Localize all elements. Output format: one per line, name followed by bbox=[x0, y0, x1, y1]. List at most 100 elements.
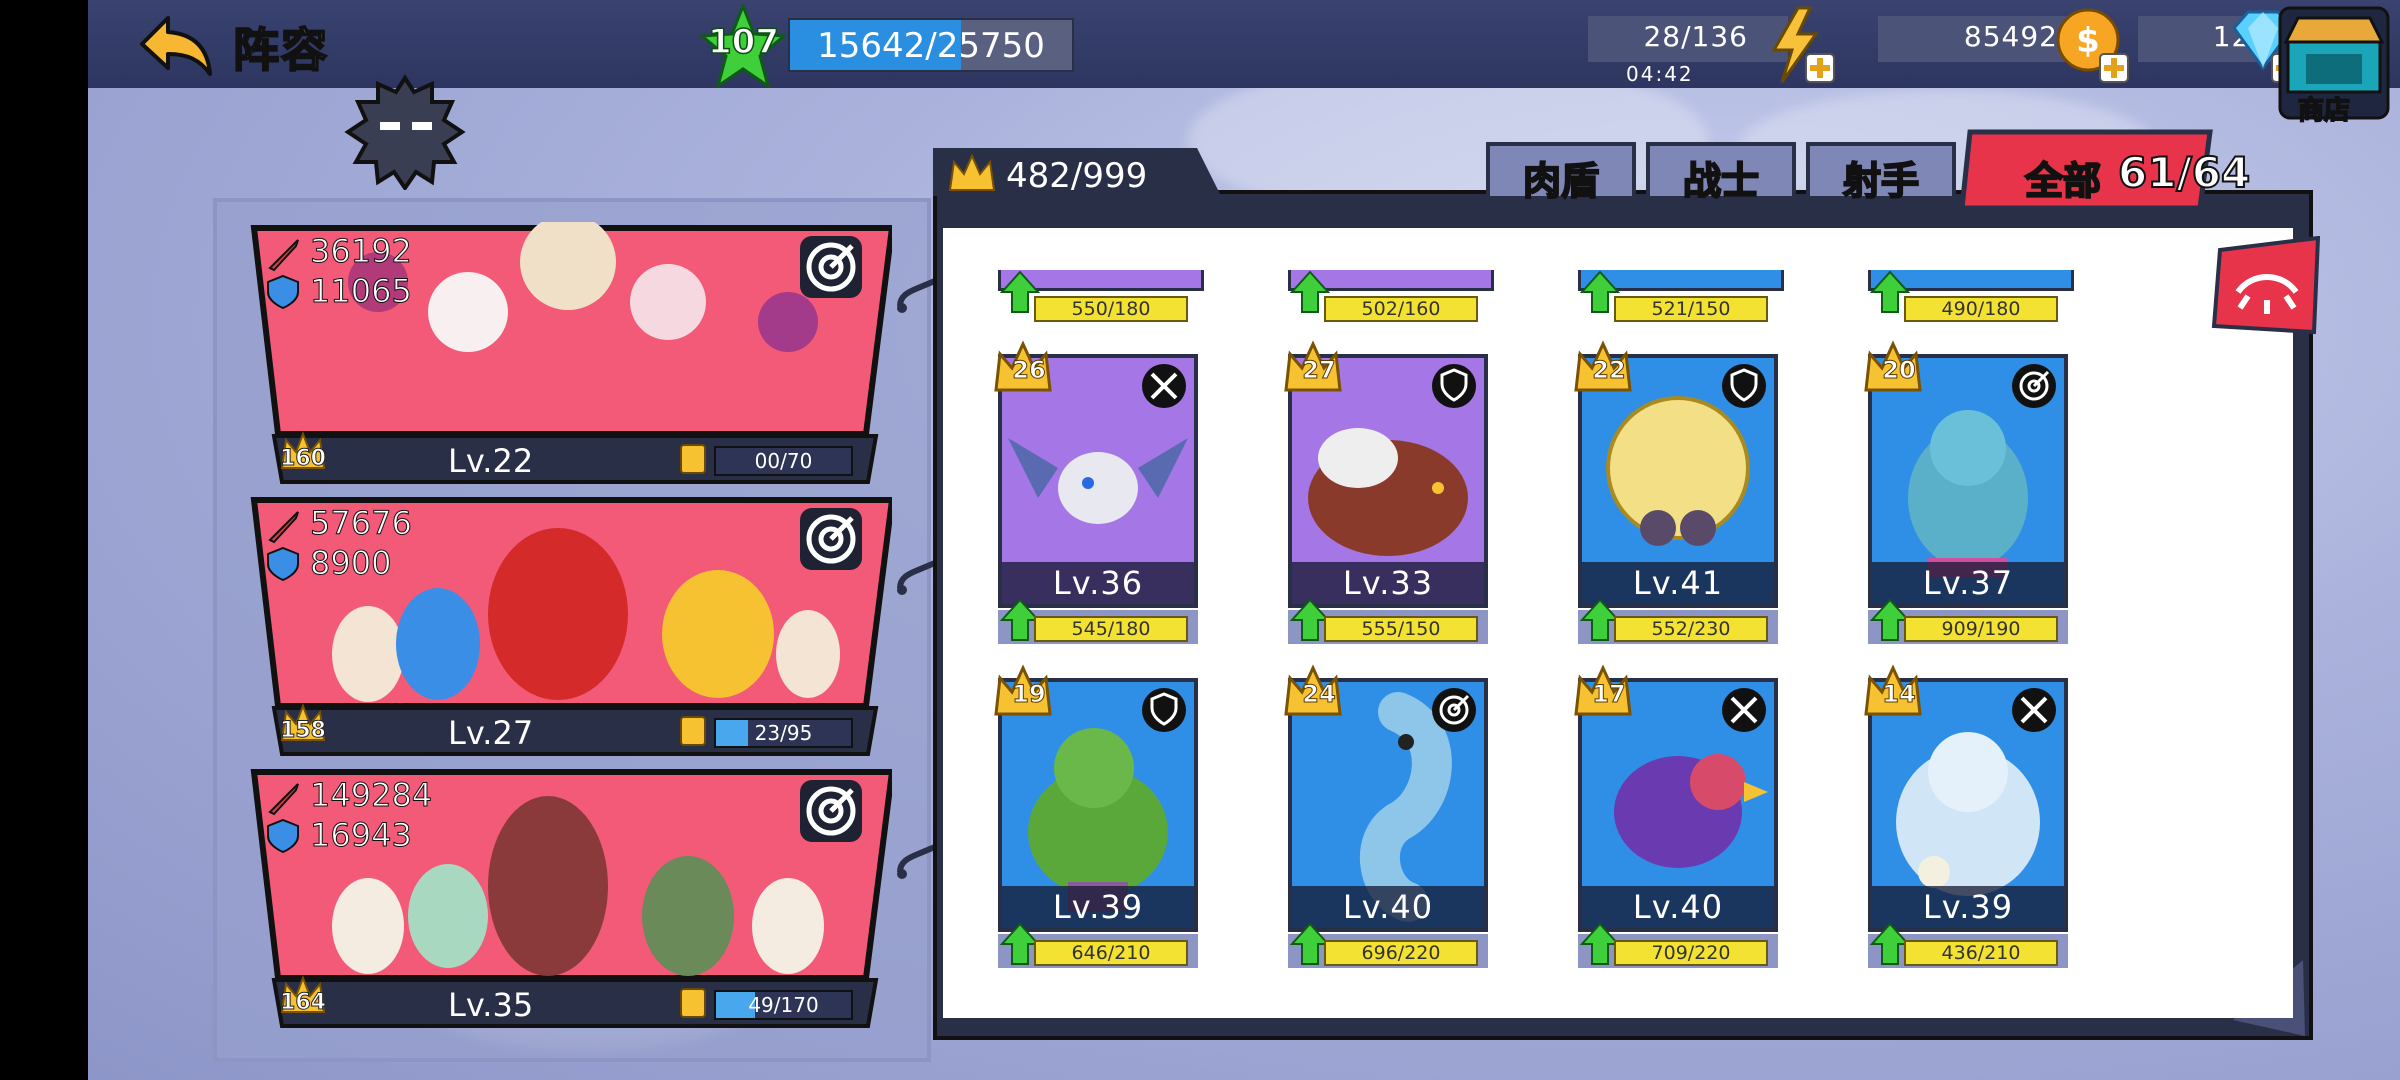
team-defense: 8900 bbox=[309, 544, 392, 583]
hero-crown: 14 bbox=[1882, 680, 1916, 709]
game-screen: 阵容 107 15642/25750 28/136 04:42 85492 $ … bbox=[88, 0, 2400, 1080]
attack-sword-icon bbox=[268, 239, 299, 272]
slot-bar: 49/170 bbox=[714, 990, 853, 1020]
team-attack: 36192 bbox=[310, 232, 413, 271]
stamina-add-icon[interactable] bbox=[1760, 4, 1840, 84]
hero-crown: 19 bbox=[1012, 680, 1046, 709]
team-crown: 158 bbox=[280, 718, 327, 744]
hero-progress-bar: 552/230 bbox=[1614, 616, 1768, 642]
hero-progress-text: 545/180 bbox=[1071, 618, 1151, 640]
slot-text: 49/170 bbox=[748, 993, 819, 1017]
exp-text: 15642/25750 bbox=[817, 26, 1045, 66]
hero-card[interactable]: 22 Lv.41 552/230 bbox=[1574, 340, 1778, 658]
hero-level: Lv.37 bbox=[1922, 564, 2014, 602]
hero-progress-bar: 696/220 bbox=[1324, 940, 1478, 966]
crown-icon bbox=[948, 153, 996, 191]
warrior-role-icon bbox=[1722, 688, 1766, 732]
slot-bar: 23/95 bbox=[714, 718, 853, 748]
hero-crown: 26 bbox=[1012, 356, 1046, 385]
hero-progress-text: 521/150 bbox=[1651, 298, 1731, 320]
slot-text: 00/70 bbox=[754, 449, 813, 473]
team-defense: 11065 bbox=[310, 272, 413, 311]
hero-card[interactable]: 14 Lv.39 436/210 bbox=[1864, 664, 2068, 982]
target-icon[interactable] bbox=[798, 778, 864, 844]
hide-eye-icon[interactable] bbox=[2210, 236, 2324, 340]
tank-role-icon bbox=[1432, 364, 1476, 408]
hero-progress-bar: 709/220 bbox=[1614, 940, 1768, 966]
team-level: Lv.35 bbox=[448, 986, 534, 1024]
hero-card-partial[interactable]: 502/160 bbox=[1288, 270, 1494, 330]
defense-shield-icon bbox=[267, 274, 299, 310]
hero-card-partial[interactable]: 490/180 bbox=[1868, 270, 2074, 330]
hero-progress-text: 696/220 bbox=[1361, 942, 1441, 964]
hero-card[interactable]: 26 Lv.36 545/180 bbox=[994, 340, 1198, 658]
hero-card-partial[interactable]: 521/150 bbox=[1578, 270, 1784, 330]
attack-sword-icon bbox=[268, 783, 299, 816]
hero-card[interactable]: 19 Lv.39 646/210 bbox=[994, 664, 1198, 982]
team-attack: 149284 bbox=[309, 776, 433, 815]
warrior-role-icon bbox=[2012, 688, 2056, 732]
hero-progress-bar: 436/210 bbox=[1904, 940, 2058, 966]
hero-progress-bar: 545/180 bbox=[1034, 616, 1188, 642]
hero-level: Lv.39 bbox=[1052, 888, 1144, 926]
back-arrow-icon[interactable] bbox=[138, 10, 218, 80]
gold-value: 85492 bbox=[1963, 20, 2058, 53]
tab-warrior-label: 战士 bbox=[1682, 158, 1760, 204]
hero-progress-bar: 909/190 bbox=[1904, 616, 2058, 642]
tab-all-label: 全部 bbox=[2024, 158, 2102, 204]
tab-tank-label: 肉盾 bbox=[1522, 158, 1600, 204]
hero-level: Lv.41 bbox=[1632, 564, 1724, 602]
exp-bar: 15642/25750 bbox=[788, 18, 1074, 72]
defense-shield-icon bbox=[267, 546, 299, 582]
team-defense: 16943 bbox=[310, 816, 413, 855]
team-card[interactable]: 36192 11065 160 Lv.22 00/70 bbox=[248, 222, 892, 486]
hero-progress-bar: 550/180 bbox=[1034, 296, 1188, 322]
hero-card[interactable]: 24 Lv.40 696/220 bbox=[1284, 664, 1488, 982]
tank-role-icon bbox=[1722, 364, 1766, 408]
hero-progress-text: 550/180 bbox=[1071, 298, 1151, 320]
attack-sword-icon bbox=[268, 511, 299, 544]
hero-level: Lv.33 bbox=[1342, 564, 1434, 602]
card-slot-icon bbox=[680, 716, 706, 746]
roster-capacity: 482/999 bbox=[1006, 156, 1148, 196]
team-crown: 160 bbox=[280, 446, 327, 472]
svg-text:$: $ bbox=[2076, 21, 2100, 61]
hero-progress-text: 436/210 bbox=[1941, 942, 2021, 964]
archer-role-icon bbox=[1432, 688, 1476, 732]
archer-role-icon bbox=[2012, 364, 2056, 408]
card-slot-icon bbox=[680, 444, 706, 474]
gold-coin-add-icon[interactable]: $ bbox=[2054, 4, 2134, 84]
hero-card[interactable]: 17 Lv.40 709/220 bbox=[1574, 664, 1778, 982]
shop-label: 商店 bbox=[2297, 95, 2351, 127]
hero-progress-bar: 490/180 bbox=[1904, 296, 2058, 322]
warrior-role-icon bbox=[1142, 364, 1186, 408]
defense-shield-icon bbox=[267, 818, 299, 854]
hero-crown: 17 bbox=[1592, 680, 1626, 709]
hero-progress-bar: 646/210 bbox=[1034, 940, 1188, 966]
slot-text: 23/95 bbox=[754, 721, 813, 745]
hero-progress-text: 646/210 bbox=[1071, 942, 1151, 964]
hero-progress-text: 709/220 bbox=[1651, 942, 1731, 964]
hero-crown: 20 bbox=[1882, 356, 1916, 385]
team-card[interactable]: 149284 16943 164 Lv.35 49/170 bbox=[248, 766, 892, 1030]
player-level: 107 bbox=[707, 21, 779, 63]
hero-level: Lv.40 bbox=[1342, 888, 1434, 926]
hero-progress-text: 909/190 bbox=[1941, 618, 2021, 640]
team-attack: 57676 bbox=[310, 504, 413, 543]
stamina-timer: 04:42 bbox=[1626, 62, 1694, 86]
target-icon[interactable] bbox=[798, 506, 864, 572]
target-icon[interactable] bbox=[798, 234, 864, 300]
page-title: 阵容 bbox=[232, 22, 329, 78]
hero-progress-text: 552/230 bbox=[1651, 618, 1731, 640]
hero-level: Lv.39 bbox=[1922, 888, 2014, 926]
team-card[interactable]: 57676 8900 158 Lv.27 23/95 bbox=[248, 494, 892, 758]
hero-card-partial[interactable]: 550/180 bbox=[998, 270, 1204, 330]
hero-card[interactable]: 20 Lv.37 909/190 bbox=[1864, 340, 2068, 658]
hero-card[interactable]: 27 Lv.33 555/150 bbox=[1284, 340, 1488, 658]
slot-bar: 00/70 bbox=[714, 446, 853, 476]
hero-progress-text: 502/160 bbox=[1361, 298, 1441, 320]
hero-count: 61/64 bbox=[2117, 147, 2251, 198]
hero-progress-text: 490/180 bbox=[1941, 298, 2021, 320]
bomb-mascot-icon bbox=[344, 74, 466, 190]
hero-progress-bar: 555/150 bbox=[1324, 616, 1478, 642]
